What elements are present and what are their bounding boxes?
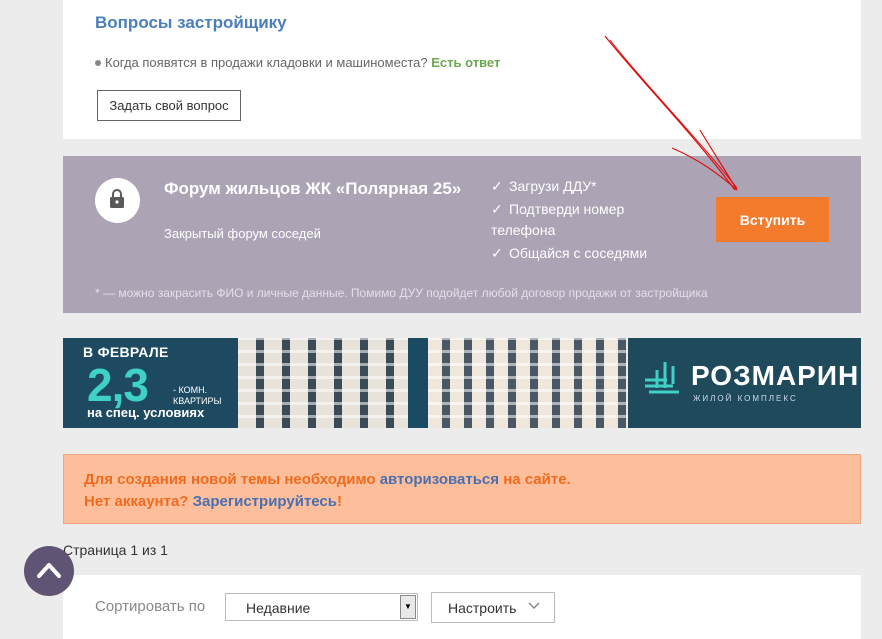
forum-title: Форум жильцов ЖК «Полярная 25» — [164, 179, 462, 198]
building-windows — [238, 338, 408, 428]
notice-text: ! — [337, 493, 342, 510]
benefit-text: Подтверди номер телефона — [491, 201, 625, 238]
notice-line-2: Нет аккаунта? Зарегистрируйтесь! — [84, 491, 840, 513]
notice-text: на сайте. — [499, 471, 571, 488]
benefit-item: ✓ Общайся с соседями — [491, 243, 681, 264]
forum-panel: Форум жильцов ЖК «Полярная 25» Закрытый … — [63, 156, 861, 313]
join-forum-button[interactable]: Вступить — [716, 197, 829, 242]
banner-brand: РОЗМАРИН ЖИЛОЙ КОМПЛЕКС — [643, 358, 858, 403]
benefit-text: Загрузи ДДУ* — [509, 178, 597, 194]
notice-line-1: Для создания новой темы необходимо автор… — [84, 469, 840, 491]
benefit-item: ✓ Подтверди номер телефона — [491, 199, 681, 241]
auth-notice: Для создания новой темы необходимо автор… — [63, 454, 861, 524]
dropdown-arrow-icon[interactable]: ▼ — [400, 595, 416, 619]
banner-bottom-text: на спец. условиях — [87, 405, 205, 420]
benefit-item: ✓ Загрузи ДДУ* — [491, 176, 681, 197]
benefit-text: Общайся с соседями — [509, 245, 648, 261]
login-link[interactable]: авторизоваться — [380, 471, 499, 488]
configure-label: Настроить — [448, 599, 517, 616]
banner-small-text: - КОМН. КВАРТИРЫ — [173, 385, 222, 406]
building-windows — [428, 338, 628, 428]
chevron-down-icon — [528, 602, 540, 610]
banner-offer: В ФЕВРАЛЕ 2,3 - КОМН. КВАРТИРЫ на спец. … — [83, 344, 222, 420]
banner-number: 2,3 — [87, 359, 149, 411]
forum-subtitle: Закрытый форум соседей — [164, 226, 321, 241]
brand-name: РОЗМАРИН — [691, 360, 860, 391]
scroll-to-top-button[interactable] — [24, 546, 74, 596]
sort-selected-value: Недавние — [246, 600, 311, 616]
sort-bar: Сортировать по Недавние ▼ Настроить — [63, 575, 861, 639]
notice-text: Нет аккаунта? — [84, 493, 193, 510]
chevron-up-icon — [37, 563, 61, 578]
answer-link[interactable]: Есть ответ — [431, 55, 500, 70]
developer-questions-title[interactable]: Вопросы застройщику — [95, 13, 287, 33]
check-icon: ✓ — [491, 178, 503, 194]
sort-select[interactable]: Недавние ▼ — [225, 593, 418, 621]
bullet-icon — [95, 59, 101, 66]
check-icon: ✓ — [491, 201, 503, 217]
page-indicator: Страница 1 из 1 — [63, 542, 168, 558]
question-item: Когда появятся в продажи кладовки и маши… — [95, 55, 500, 70]
notice-text: Для создания новой темы необходимо — [84, 471, 380, 488]
configure-button[interactable]: Настроить — [431, 592, 555, 623]
question-text[interactable]: Когда появятся в продажи кладовки и маши… — [105, 55, 428, 70]
promo-banner[interactable]: В ФЕВРАЛЕ 2,3 - КОМН. КВАРТИРЫ на спец. … — [63, 338, 861, 428]
check-icon: ✓ — [491, 245, 503, 261]
ask-question-button[interactable]: Задать свой вопрос — [97, 90, 241, 121]
developer-questions-card: Вопросы застройщику Когда появятся в про… — [63, 0, 861, 139]
forum-footnote: * — можно закрасить ФИО и личные данные.… — [95, 286, 708, 300]
sort-label: Сортировать по — [95, 598, 206, 615]
forum-benefits-list: ✓ Загрузи ДДУ* ✓ Подтверди номер телефона … — [491, 176, 681, 266]
brand-subtitle: ЖИЛОЙ КОМПЛЕКС — [693, 394, 798, 403]
lock-icon — [95, 178, 140, 223]
rozmarin-logo-icon — [645, 362, 679, 394]
register-link[interactable]: Зарегистрируйтесь — [193, 493, 337, 510]
